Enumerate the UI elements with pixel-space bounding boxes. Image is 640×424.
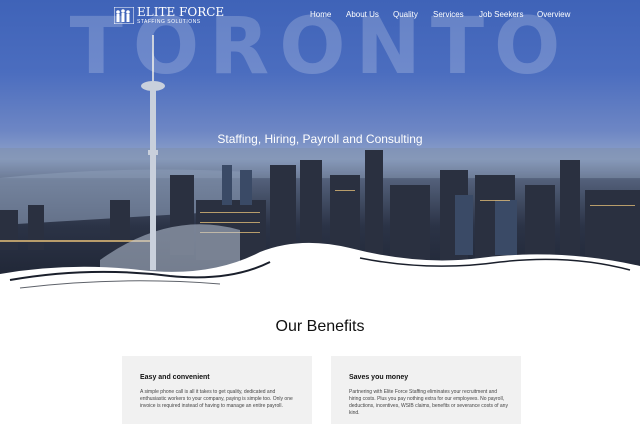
top-navigation: ELITE FORCE STAFFING SOLUTIONS Home Abou… bbox=[0, 0, 640, 30]
wave-divider bbox=[0, 242, 640, 296]
hero-tagline: Staffing, Hiring, Payroll and Consulting bbox=[217, 132, 423, 146]
benefit-card-text: A simple phone call is all it takes to g… bbox=[140, 389, 293, 409]
brand-subtitle: STAFFING SOLUTIONS bbox=[137, 19, 201, 25]
benefit-card-title: Saves you money bbox=[349, 374, 409, 381]
nav-about-us[interactable]: About Us bbox=[346, 10, 379, 19]
brand-name: ELITE FORCE bbox=[137, 5, 225, 19]
benefit-card-title: Easy and convenient bbox=[140, 374, 210, 381]
brand-logo[interactable]: ELITE FORCE STAFFING SOLUTIONS bbox=[114, 6, 224, 26]
nav-job-seekers[interactable]: Job Seekers bbox=[479, 10, 523, 19]
benefit-card-text: Partnering with Elite Force Staffing eli… bbox=[349, 389, 508, 416]
nav-overview[interactable]: Overview bbox=[537, 10, 570, 19]
people-silhouettes-icon bbox=[114, 7, 134, 24]
benefit-card-money: Saves you money Partnering with Elite Fo… bbox=[331, 356, 521, 424]
nav-services[interactable]: Services bbox=[433, 10, 464, 19]
nav-home[interactable]: Home bbox=[310, 10, 331, 19]
nav-quality[interactable]: Quality bbox=[393, 10, 418, 19]
benefit-card-easy: Easy and convenient A simple phone call … bbox=[122, 356, 312, 424]
benefits-heading: Our Benefits bbox=[275, 318, 365, 335]
